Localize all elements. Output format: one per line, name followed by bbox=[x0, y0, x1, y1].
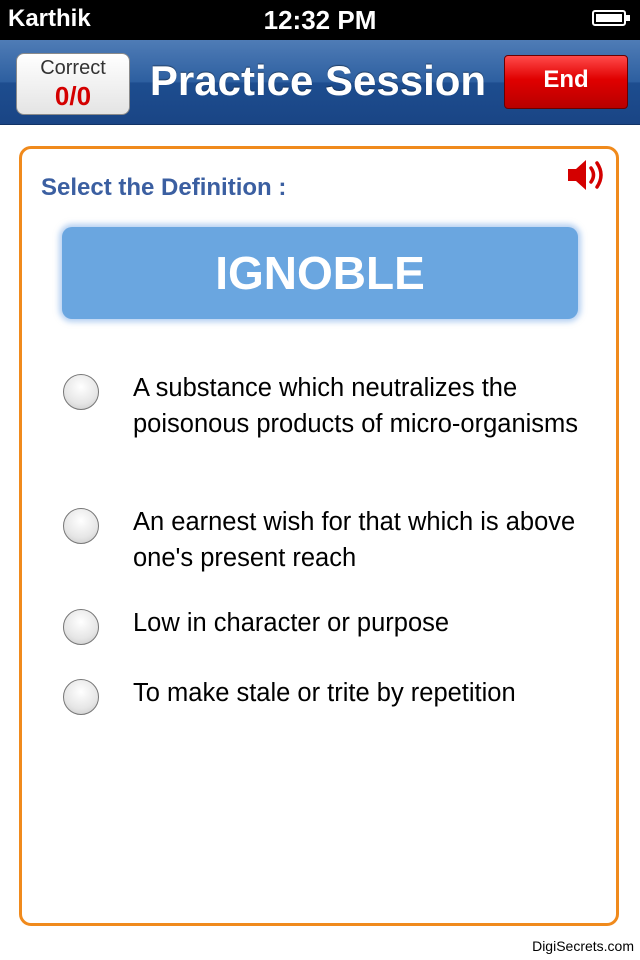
question-card: Select the Definition : IGNOBLE A substa… bbox=[19, 146, 619, 926]
option-text: Low in character or purpose bbox=[133, 609, 450, 637]
option-text: An earnest wish for that which is above … bbox=[133, 508, 576, 572]
score-label: Correct bbox=[40, 57, 106, 79]
radio-button[interactable] bbox=[63, 374, 99, 410]
vocabulary-word: IGNOBLE bbox=[62, 227, 578, 319]
speaker-icon[interactable] bbox=[566, 155, 610, 195]
battery-icon bbox=[592, 10, 630, 26]
option-text: A substance which neutralizes the poison… bbox=[133, 374, 579, 438]
radio-button[interactable] bbox=[63, 508, 99, 544]
score-value: 0/0 bbox=[54, 81, 92, 111]
prompt-label: Select the Definition : bbox=[41, 174, 287, 201]
end-button[interactable]: End bbox=[504, 55, 628, 109]
score-box: Correct 0/0 bbox=[16, 53, 130, 115]
nav-bar: Correct 0/0 Practice Session End bbox=[0, 40, 640, 125]
status-time: 12:32 PM bbox=[263, 5, 377, 35]
radio-button[interactable] bbox=[63, 609, 99, 645]
radio-button[interactable] bbox=[63, 679, 99, 715]
option-text: To make stale or trite by repetition bbox=[133, 679, 516, 707]
page-title: Practice Session bbox=[149, 57, 487, 104]
status-bar: Karthik 12:32 PM bbox=[0, 0, 640, 40]
footer-credit: DigiSecrets.com bbox=[532, 938, 634, 954]
